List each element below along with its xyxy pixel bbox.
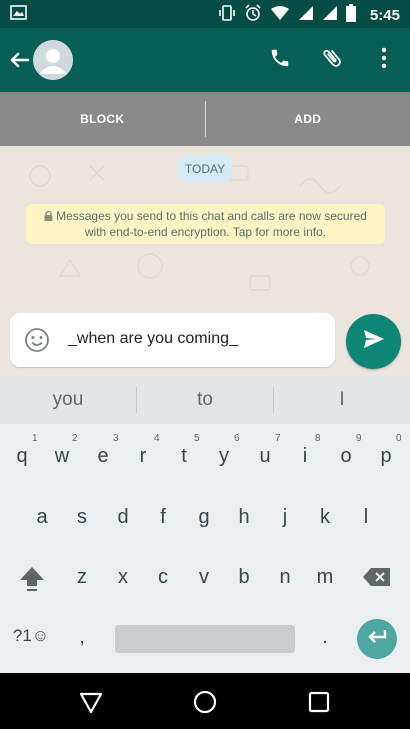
key-a[interactable]: a [28,506,56,529]
gallery-notification-icon [10,5,27,25]
more-options-button[interactable] [358,36,410,84]
comma-key[interactable]: , [72,626,92,649]
home-nav-button[interactable] [191,688,219,716]
send-icon [363,329,385,354]
status-bar: 5:45 [0,0,410,28]
key-p[interactable]: p [372,445,400,468]
battery-icon [345,4,356,27]
key-hint: 8 [315,433,321,444]
suggestion-strip: you to I [0,376,410,424]
key-n[interactable]: n [271,566,299,589]
attach-button[interactable] [306,36,358,84]
message-input[interactable]: _when are you coming_ [10,313,335,367]
key-hint: 9 [356,433,362,444]
phone-icon [269,47,291,74]
message-input-text: _when are you coming_ [68,330,238,347]
key-b[interactable]: b [230,566,258,589]
more-vert-icon [381,47,387,74]
enter-key[interactable] [357,619,397,659]
key-v[interactable]: v [190,566,218,589]
signal-icon [298,5,314,26]
alarm-icon [244,4,262,27]
key-i[interactable]: i [291,445,319,468]
key-q[interactable]: q [8,445,36,468]
app-bar [0,28,410,92]
key-hint: 4 [154,433,160,444]
navigation-bar [0,673,410,729]
enter-icon [366,628,388,651]
key-c[interactable]: c [149,566,177,589]
recents-nav-button[interactable] [305,688,333,716]
key-g[interactable]: g [190,506,218,529]
key-m[interactable]: m [311,566,339,589]
key-hint: 5 [194,433,200,444]
key-j[interactable]: j [271,506,299,529]
key-hint: 3 [113,433,119,444]
symbols-key[interactable]: ?1☺ [8,626,54,646]
key-o[interactable]: o [332,445,360,468]
key-t[interactable]: t [170,445,198,468]
avatar[interactable] [33,40,73,80]
encryption-notice[interactable]: Messages you send to this chat and calls… [26,204,385,244]
call-button[interactable] [254,36,306,84]
square-recents-icon [305,691,333,720]
shift-key[interactable] [16,564,48,596]
block-button[interactable]: BLOCK [0,92,205,146]
suggestion-3[interactable]: I [274,376,410,424]
key-e[interactable]: e [89,445,117,468]
key-y[interactable]: y [210,445,238,468]
key-l[interactable]: l [352,506,380,529]
send-button[interactable] [346,314,401,369]
key-hint: 6 [234,433,240,444]
status-time: 5:45 [369,7,400,24]
encryption-notice-line1: Messages you send to this chat and calls… [56,209,367,223]
key-x[interactable]: x [109,566,137,589]
home-circle-icon [191,690,219,720]
period-key[interactable]: . [315,626,335,649]
key-w[interactable]: w [48,445,76,468]
key-hint: 1 [32,433,38,444]
chat-area: TODAY Messages you send to this chat and… [0,146,410,376]
back-nav-button[interactable] [77,688,105,716]
key-hint: 0 [396,433,402,444]
paperclip-icon [320,46,344,75]
backspace-icon [362,568,392,593]
key-h[interactable]: h [230,506,258,529]
shift-icon [18,567,46,599]
emoji-icon [24,328,50,357]
wifi-icon [270,5,290,26]
key-d[interactable]: d [109,506,137,529]
backspace-key[interactable] [360,566,394,590]
key-s[interactable]: s [68,506,96,529]
back-icon[interactable] [6,46,34,74]
key-hint: 2 [72,433,78,444]
date-chip: TODAY [178,156,232,182]
signal-icon-2 [322,5,338,26]
vibrate-icon [218,4,236,27]
key-r[interactable]: r [129,445,157,468]
key-u[interactable]: u [251,445,279,468]
key-hint: 7 [275,433,281,444]
add-button[interactable]: ADD [206,92,410,146]
emoji-button[interactable] [24,327,50,353]
key-f[interactable]: f [149,506,177,529]
suggestion-2[interactable]: to [137,376,273,424]
suggestion-1[interactable]: you [0,376,136,424]
lock-icon [44,209,53,221]
space-bar[interactable] [115,625,295,653]
triangle-back-icon [77,692,105,720]
block-add-bar: BLOCK ADD [0,92,410,146]
key-k[interactable]: k [311,506,339,529]
encryption-notice-line2: with end-to-end encryption. Tap for more… [84,225,327,239]
key-z[interactable]: z [68,566,96,589]
keyboard: you to I 1 2 3 4 5 6 7 8 9 0 q w e r t y… [0,376,410,673]
